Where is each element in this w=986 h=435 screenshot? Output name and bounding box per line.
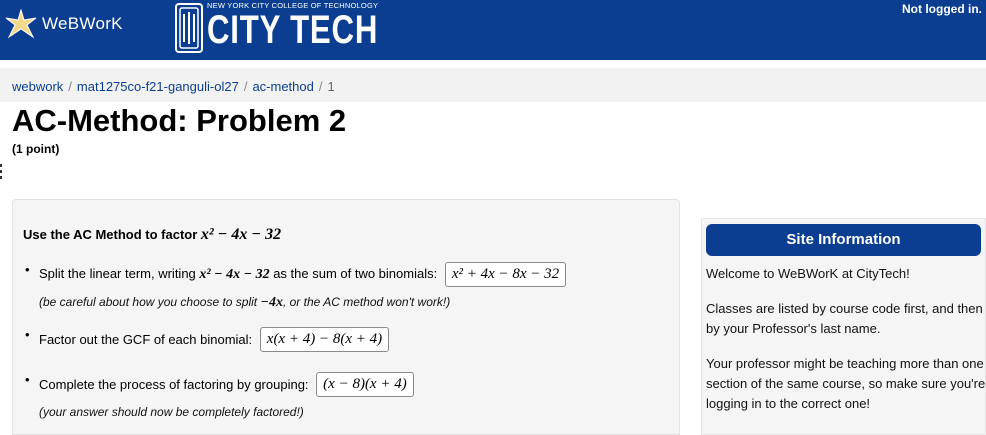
step-1: • Split the linear term, writing x² − 4x…	[25, 262, 567, 287]
step-3-note: (your answer should now be completely fa…	[39, 405, 304, 419]
site-info-heading: Site Information	[706, 224, 981, 256]
top-banner: WeBWorK NEW YORK CITY COLLEGE OF TECHNOL…	[0, 0, 986, 60]
breadcrumb-bar: webwork / mat1275co-f21-ganguli-ol27 / ac-me…	[0, 68, 986, 102]
problem-points: (1 point)	[12, 142, 60, 156]
step-2: • Factor out the GCF of each binomial: x…	[25, 327, 390, 352]
breadcrumb-separator: /	[68, 79, 72, 94]
site-info-welcome: Welcome to WeBWorK at CityTech!	[706, 266, 910, 281]
step-2-answer-field[interactable]: x(x + 4) − 8(x + 4)	[259, 327, 390, 352]
step-1-label: Split the linear term, writing x² − 4x −…	[39, 266, 438, 282]
step-3-answer-field[interactable]: (x − 8)(x + 4)	[316, 372, 414, 397]
webwork-logo-text: WeBWorK	[42, 14, 123, 33]
step-3-label: Complete the process of factoring by gro…	[39, 377, 309, 392]
breadcrumb-link-webwork[interactable]: webwork	[12, 79, 63, 94]
bullet: •	[25, 327, 30, 342]
prompt-math: x² − 4x − 32	[200, 226, 282, 243]
login-status: Not logged in.	[902, 2, 982, 16]
breadcrumb-link-set[interactable]: ac-method	[252, 79, 313, 94]
breadcrumb-current: 1	[327, 79, 335, 94]
breadcrumb-separator: /	[243, 79, 248, 94]
prompt-text: Use the AC Method to factor	[23, 227, 201, 242]
site-info-professor: Your professor might be teaching more th…	[706, 356, 986, 411]
step-1-note-math: −4x	[260, 295, 283, 310]
step-3: • Complete the process of factoring by g…	[25, 372, 414, 397]
step-1-math: x² − 4x − 32	[199, 267, 270, 282]
bullet: •	[25, 262, 30, 277]
college-name-big: CITY TECH	[207, 8, 379, 52]
problem-prompt: Use the AC Method to factor x² − 4x − 32	[23, 226, 281, 244]
citytech-seal-icon	[175, 3, 203, 53]
step-1-note: (be careful about how you choose to spli…	[39, 295, 451, 310]
breadcrumb: webwork / mat1275co-f21-ganguli-ol27 / ac-me…	[12, 79, 335, 94]
webwork-logo[interactable]: WeBWorK	[4, 9, 123, 39]
problem-body: Use the AC Method to factor x² − 4x − 32…	[12, 199, 680, 435]
step-1-answer-field[interactable]: x² + 4x − 8x − 32	[444, 262, 567, 287]
step-2-label: Factor out the GCF of each binomial:	[39, 332, 253, 347]
bullet: •	[25, 372, 30, 387]
breadcrumb-separator: /	[318, 79, 323, 94]
webwork-star-icon	[5, 9, 37, 39]
citytech-logo[interactable]: NEW YORK CITY COLLEGE OF TECHNOLOGY CITY…	[175, 2, 426, 56]
site-info-panel: Site Information Welcome to WeBWorK at C…	[701, 218, 986, 435]
left-edge-marks	[0, 164, 3, 182]
page-title: AC-Method: Problem 2	[12, 103, 347, 138]
site-info-classes: Classes are listed by course code first,…	[706, 301, 983, 336]
breadcrumb-link-course[interactable]: mat1275co-f21-ganguli-ol27	[77, 79, 239, 94]
